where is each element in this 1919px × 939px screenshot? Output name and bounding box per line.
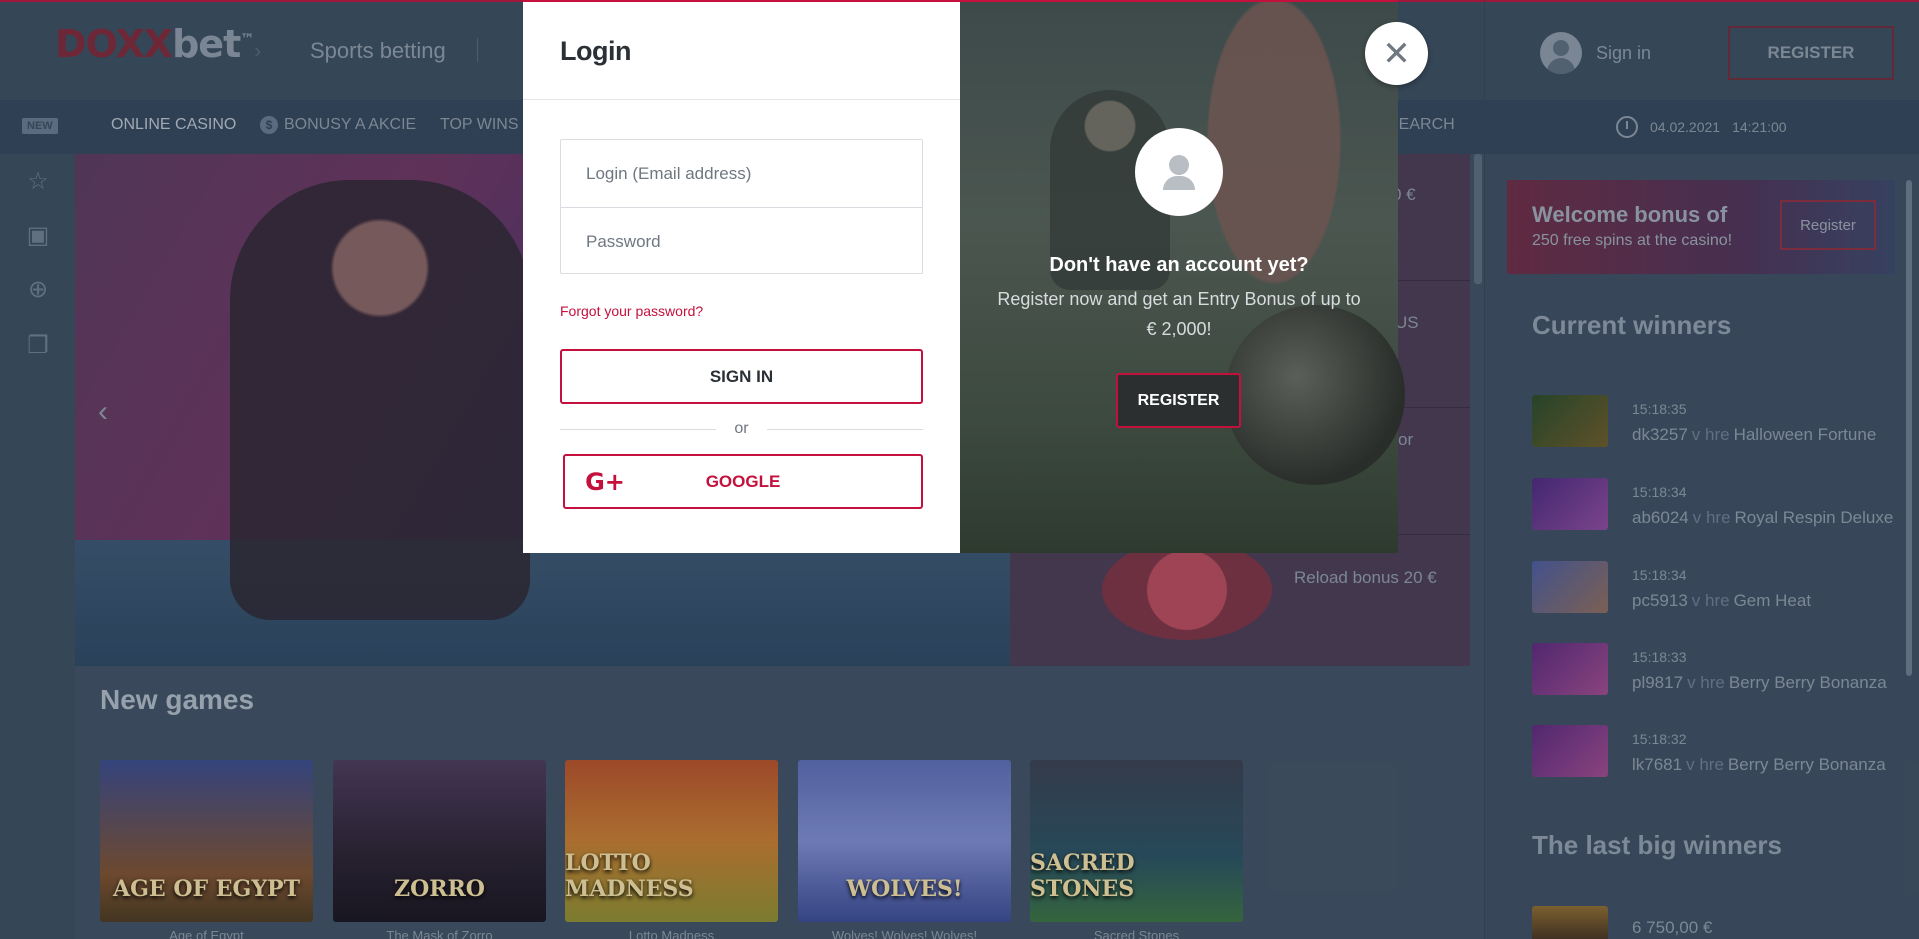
credentials-fieldset bbox=[560, 139, 923, 274]
user-placeholder-icon bbox=[1135, 128, 1223, 216]
login-title-divider bbox=[523, 99, 960, 100]
sign-in-button[interactable]: SIGN IN bbox=[560, 349, 923, 404]
modal-register-button[interactable]: REGISTER bbox=[1116, 373, 1241, 428]
google-login-button[interactable]: G+ GOOGLE bbox=[563, 454, 923, 509]
or-divider: or bbox=[560, 418, 924, 440]
google-plus-icon: G+ bbox=[585, 467, 625, 496]
no-account-heading: Don't have an account yet? bbox=[1049, 254, 1309, 276]
password-field-wrap bbox=[561, 208, 922, 275]
close-icon[interactable]: ✕ bbox=[1365, 22, 1428, 85]
register-description: Register now and get an Entry Bonus of u… bbox=[997, 289, 1361, 339]
modal-accent-line bbox=[523, 0, 1398, 2]
forgot-password-link[interactable]: Forgot your password? bbox=[560, 303, 703, 319]
or-line-left bbox=[560, 428, 717, 430]
email-field[interactable] bbox=[586, 163, 922, 184]
or-label: or bbox=[734, 420, 749, 437]
login-title: Login bbox=[560, 36, 631, 66]
email-field-wrap bbox=[561, 140, 922, 207]
or-line-right bbox=[766, 428, 924, 430]
google-label: GOOGLE bbox=[705, 471, 781, 491]
password-field[interactable] bbox=[586, 231, 922, 252]
